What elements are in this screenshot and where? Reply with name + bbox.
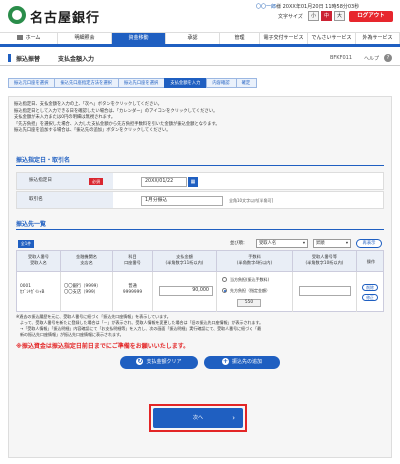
fee-sender-radio[interactable]	[222, 277, 227, 282]
user-name: 〇〇一郎	[256, 4, 277, 10]
nav-statement[interactable]: 明細照会	[58, 33, 112, 44]
nav-admin[interactable]: 管理	[220, 33, 260, 44]
section-date-title: 振込指定日・取引名	[16, 157, 71, 164]
refresh-icon: ↻	[136, 358, 144, 365]
instruction-line: 振込先口座を追加する場合は、「振込先の追加」ボタンをクリックしてください。	[14, 128, 171, 134]
table-header: 受取人番号 受取人名 金融機関名 支店名 科目 口座番号 支払金額 (半角数字1…	[16, 250, 384, 273]
font-size-medium-button[interactable]: 中	[321, 11, 332, 21]
page-category: 振込振替	[16, 56, 41, 63]
page-title: 支払金額入力	[58, 56, 95, 63]
calendar-icon[interactable]: ▦	[188, 177, 198, 187]
logout-button[interactable]: ログアウト	[349, 11, 393, 22]
font-size-large-button[interactable]: 大	[334, 11, 345, 21]
edit-button[interactable]: 修正	[362, 294, 378, 301]
required-badge: 必須	[89, 178, 103, 185]
section-divider	[16, 229, 384, 230]
bank-logo-icon	[8, 6, 26, 24]
funding-warning: ※振込資金は振込指定日前日までにご準備をお願いいたします。	[16, 343, 190, 350]
count-badge: 全1件	[18, 240, 34, 248]
cell-bank: 〇〇銀行（9999） 〇〇支店（999）	[61, 272, 113, 312]
chevron-down-icon: ▾	[345, 241, 348, 246]
sort-key-select[interactable]: 受取人名 ▾	[256, 239, 308, 248]
transaction-name-row: 取引名 1月分振込 全角10文字以内[半角可]	[16, 191, 384, 209]
cell-recipient-number	[293, 272, 357, 312]
col-operation: 操作	[366, 259, 376, 264]
recipient-number-input[interactable]	[299, 286, 351, 296]
step-2: 振込先口座指定方法を選択	[54, 78, 119, 88]
clear-amount-button[interactable]: ↻ 支払金額クリア	[120, 356, 198, 369]
nav-e-delivery[interactable]: 電子交付サービス	[260, 33, 308, 44]
font-size-small-button[interactable]: 小	[308, 11, 319, 21]
transfer-date-input[interactable]: 20XX/01/22	[141, 177, 187, 187]
cell-fee: 当方負担(振込手数料) 先方負担（指定金額） 550	[217, 272, 293, 312]
help-icon[interactable]: ?	[384, 54, 392, 62]
user-suffix: 様	[276, 4, 282, 10]
section-divider	[16, 165, 384, 166]
cell-operation: 削除 修正	[357, 272, 385, 312]
instruction-line: 振込指定日、支払金額を入力の上、「次へ」ボタンをクリックしてください。	[14, 102, 162, 107]
home-icon	[16, 35, 23, 40]
user-info: 〇〇一郎様 20XX年01月20日 11時58分03秒	[256, 3, 359, 10]
page-title-bar: 振込振替 支払金額入力 BFKF011 ヘルプ ?	[0, 50, 400, 66]
col-recipient: 受取人番号 受取人名	[17, 251, 61, 273]
sort-label: 並び順：	[230, 241, 248, 246]
instructions: 振込指定日、支払金額を入力の上、「次へ」ボタンをクリックしてください。 振込指定…	[14, 102, 384, 135]
col-recipient-number: 受取人番号等 (半角数字10桁以内)	[293, 251, 357, 273]
col-amount: 支払金額 (半角数字11桁以内)	[153, 251, 217, 273]
nav-approval[interactable]: 承認	[166, 33, 220, 44]
nav-home[interactable]: ホーム	[0, 33, 58, 44]
sort-order-select[interactable]: 昇順 ▾	[313, 239, 351, 248]
notes: ※過去の振込履歴を元に、受取人番号に紐づく「振込先口座情報」を表示しています。 …	[16, 314, 384, 338]
plus-icon: +	[221, 358, 229, 365]
global-nav: ホーム 明細照会 資金移動 承認 管理 電子交付サービス でんさいサービス 外為…	[0, 32, 400, 47]
note-line: 新の振込先口座情報」が振込先口座情報に表示されます。	[16, 332, 124, 337]
transaction-name-hint: 全角10文字以内[半角可]	[229, 198, 274, 203]
nav-densai[interactable]: でんさいサービス	[308, 33, 356, 44]
add-recipient-button[interactable]: + 振込先の追加	[204, 356, 280, 369]
cell-amount: 90,000	[153, 272, 217, 312]
cell-account: 普通 9999999	[113, 272, 153, 312]
step-5: 内容確認	[206, 78, 237, 88]
last-login: 20XX年01月20日 11時58分03秒	[282, 4, 360, 10]
chevron-down-icon: ▾	[302, 241, 305, 246]
fee-recipient-radio[interactable]	[222, 288, 227, 293]
col-account: 科目 口座番号	[113, 251, 153, 273]
chevron-right-icon: ›	[232, 414, 235, 422]
nav-fund-transfer[interactable]: 資金移動	[112, 33, 166, 44]
transfer-date-row: 振込指定日 必須 20XX/01/22 ▦	[16, 172, 384, 190]
step-3: 振込先口座を選択	[117, 78, 166, 88]
redisplay-button[interactable]: 再表示	[356, 239, 382, 248]
transaction-name-input[interactable]: 1月分振込	[141, 196, 223, 206]
step-1: 振込元口座を選択	[8, 78, 56, 88]
delete-button[interactable]: 削除	[362, 284, 378, 291]
step-6: 確定	[235, 78, 258, 88]
instruction-line: 支払金額が未入力または0円の明細は無視されます。	[14, 115, 116, 121]
font-size-label: 文字サイズ	[278, 14, 303, 20]
bank-name: 名古屋銀行	[30, 11, 101, 26]
title-marker	[8, 54, 11, 62]
next-button[interactable]: 次へ ›	[153, 408, 243, 428]
amount-input[interactable]: 90,000	[159, 286, 213, 296]
transaction-name-label: 取引名	[17, 192, 113, 208]
cell-recipient: 0001 ｶﾌﾞｼｷｶﾞｲｼｬB	[17, 272, 61, 312]
step-4: 支払金額を入力	[164, 78, 208, 88]
col-fee: 手数料 (半角数字4桁以内)	[217, 251, 293, 273]
table-row: 0001 ｶﾌﾞｼｷｶﾞｲｼｬB 〇〇銀行（9999） 〇〇支店（999） 普通…	[16, 272, 384, 312]
section-recipients-title: 振込先一覧	[16, 221, 47, 228]
nav-forex[interactable]: 外為サービス	[356, 33, 400, 44]
col-bank: 金融機関名 支店名	[61, 251, 113, 273]
fee-input[interactable]: 550	[237, 299, 261, 307]
step-indicator: 振込元口座を選択 振込先口座指定方法を選択 振込先口座を選択 支払金額を入力 内…	[8, 78, 258, 88]
fee-recipient-label: 先方負担（指定金額）	[230, 288, 270, 293]
help-link[interactable]: ヘルプ	[364, 55, 379, 62]
screen-code: BFKF011	[330, 55, 353, 61]
fee-sender-label: 当方負担(振込手数料)	[230, 277, 270, 282]
